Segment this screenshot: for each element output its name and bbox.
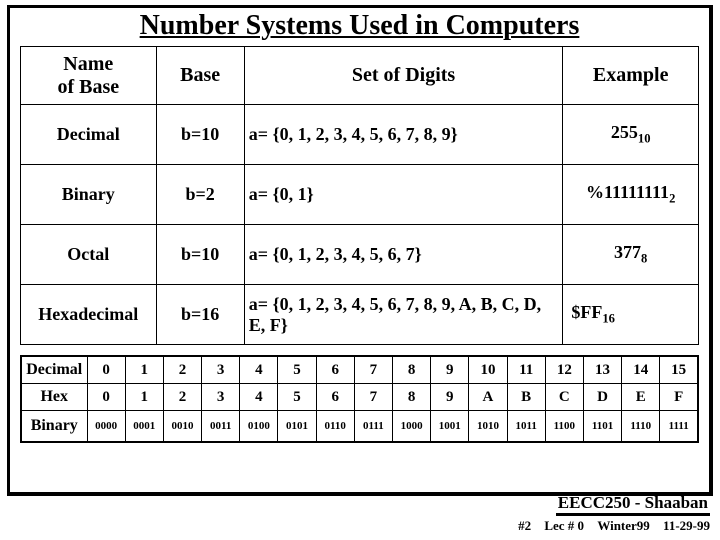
slide-number: #2 <box>518 518 531 533</box>
conversion-table: Decimal 0123 4567 891011 12131415 Hex 01… <box>20 355 699 443</box>
cell-digits: a= {0, 1, 2, 3, 4, 5, 6, 7} <box>244 225 563 285</box>
row-hex: Hexadecimal b=16 a= {0, 1, 2, 3, 4, 5, 6… <box>21 285 699 345</box>
cell-base: b=16 <box>156 285 244 345</box>
cell-digits: a= {0, 1, 2, 3, 4, 5, 6, 7, 8, 9} <box>244 105 563 165</box>
row-binary: Binary b=2 a= {0, 1} %111111112 <box>21 165 699 225</box>
cell-name: Binary <box>21 165 157 225</box>
row-octal: Octal b=10 a= {0, 1, 2, 3, 4, 5, 6, 7} 3… <box>21 225 699 285</box>
date: 11-29-99 <box>663 518 710 533</box>
row-decimal: Decimal b=10 a= {0, 1, 2, 3, 4, 5, 6, 7,… <box>21 105 699 165</box>
col-digits: Set of Digits <box>244 47 563 105</box>
cell-example: $FF16 <box>563 285 699 345</box>
course-footer: EECC250 - Shaaban <box>556 493 710 516</box>
cell-example: 3778 <box>563 225 699 285</box>
col-name: Name of Base <box>21 47 157 105</box>
slide-title: Number Systems Used in Computers <box>20 8 699 46</box>
cell-base: b=10 <box>156 225 244 285</box>
conv-row-bin: Binary 0000000100100011 0100010101100111… <box>21 411 698 443</box>
cell-example: %111111112 <box>563 165 699 225</box>
conv-label-dec: Decimal <box>21 356 87 384</box>
slide-meta: #2 Lec # 0 Winter99 11-29-99 <box>508 518 710 534</box>
number-systems-table: Name of Base Base Set of Digits Example … <box>20 46 699 345</box>
conv-row-dec: Decimal 0123 4567 891011 12131415 <box>21 356 698 384</box>
conv-label-hex: Hex <box>21 384 87 411</box>
lecture-number: Lec # 0 <box>544 518 584 533</box>
cell-name: Decimal <box>21 105 157 165</box>
conv-row-hex: Hex 0123 4567 89AB CDEF <box>21 384 698 411</box>
header-row: Name of Base Base Set of Digits Example <box>21 47 699 105</box>
cell-base: b=10 <box>156 105 244 165</box>
cell-name: Hexadecimal <box>21 285 157 345</box>
cell-digits: a= {0, 1} <box>244 165 563 225</box>
col-example: Example <box>563 47 699 105</box>
cell-digits: a= {0, 1, 2, 3, 4, 5, 6, 7, 8, 9, A, B, … <box>244 285 563 345</box>
cell-example: 25510 <box>563 105 699 165</box>
conv-label-bin: Binary <box>21 411 87 443</box>
term: Winter99 <box>597 518 649 533</box>
cell-name: Octal <box>21 225 157 285</box>
col-base: Base <box>156 47 244 105</box>
cell-base: b=2 <box>156 165 244 225</box>
slide-frame: Number Systems Used in Computers Name of… <box>7 5 713 496</box>
